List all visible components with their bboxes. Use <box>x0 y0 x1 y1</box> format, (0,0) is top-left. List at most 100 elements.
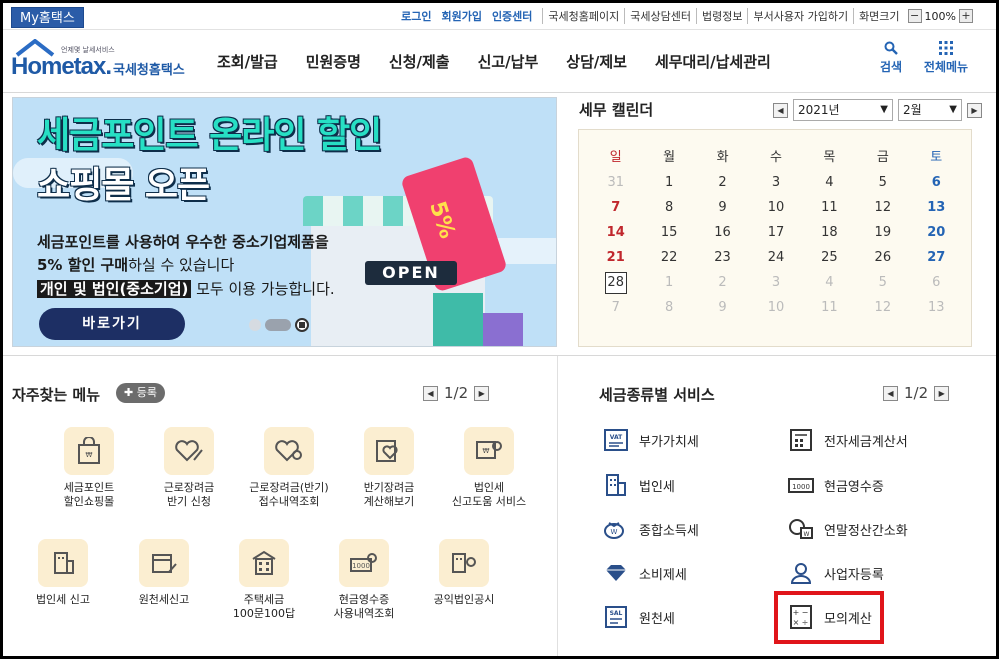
tax-service-cash-receipt[interactable]: 1000 현금영수증 <box>788 473 884 497</box>
calendar-day[interactable]: 2 <box>696 270 749 295</box>
zoom-out-button[interactable]: − <box>907 9 922 23</box>
frequent-item-corp-tax-help[interactable]: ₩ 법인세 신고도움 서비스 <box>439 427 539 509</box>
calendar-day[interactable]: 11 <box>803 295 856 320</box>
calendar-day[interactable]: 10 <box>749 295 802 320</box>
tax-service-label: 연말정산간소화 <box>824 523 908 539</box>
calendar-day[interactable]: 10 <box>749 195 802 220</box>
calendar-day[interactable]: 7 <box>589 295 642 320</box>
calendar-day[interactable]: 4 <box>803 270 856 295</box>
nav-tax-agent[interactable]: 세무대리/납세관리 <box>655 51 771 72</box>
calendar-day[interactable]: 16 <box>696 220 749 245</box>
myhometax-button[interactable]: My홈택스 <box>11 7 84 28</box>
calendar-day[interactable]: 1 <box>642 270 695 295</box>
tax-service-vat[interactable]: VAT 부가가치세 <box>603 428 699 452</box>
frequent-next-button[interactable]: ▶ <box>474 385 490 401</box>
section-divider <box>3 355 996 356</box>
calendar-day[interactable]: 4 <box>803 170 856 195</box>
tax-service-excise-tax[interactable]: 소비제세 <box>603 561 687 585</box>
frequent-item-cash-receipt-history[interactable]: 1000 현금영수증 사용내역조회 <box>314 539 414 621</box>
calendar-day[interactable]: 3 <box>749 170 802 195</box>
tax-service-withholding-tax[interactable]: SAL 원천세 <box>603 605 675 629</box>
frequent-item-corp-tax-report[interactable]: 법인세 신고 <box>13 539 113 607</box>
dept-user-join-link[interactable]: 부서사용자 가입하기 <box>747 8 853 24</box>
calendar-day[interactable]: 9 <box>696 295 749 320</box>
calendar-day[interactable]: 26 <box>856 245 909 270</box>
zoom-in-button[interactable]: + <box>959 9 973 23</box>
calendar-day[interactable]: 25 <box>803 245 856 270</box>
tax-service-income-tax[interactable]: W 종합소득세 <box>603 517 699 541</box>
nav-report-pay[interactable]: 신고/납부 <box>478 51 539 72</box>
calendar-day-today[interactable]: 28 <box>589 270 642 295</box>
frequent-item-public-corp-disclosure[interactable]: 공익법인공시 <box>414 539 514 607</box>
calendar-day[interactable]: 12 <box>856 295 909 320</box>
calendar-day[interactable]: 13 <box>910 295 963 320</box>
calendar-day[interactable]: 15 <box>642 220 695 245</box>
frequent-prev-button[interactable]: ◀ <box>423 385 438 401</box>
calendar-day[interactable]: 21 <box>589 245 642 270</box>
plus-icon: ✚ <box>124 386 137 399</box>
calendar-day[interactable]: 8 <box>642 195 695 220</box>
calendar-day[interactable]: 19 <box>856 220 909 245</box>
cert-center-link[interactable]: 인증센터 <box>492 8 532 24</box>
calendar-day[interactable]: 6 <box>910 170 963 195</box>
prev-month-button[interactable]: ◀ <box>773 102 788 118</box>
calendar-day[interactable]: 31 <box>589 170 642 195</box>
frequent-item-eitc-apply[interactable]: 근로장려금 반기 신청 <box>139 427 239 509</box>
frequent-item-withholding-report[interactable]: 원천세신고 <box>114 539 214 607</box>
slide-pause-button[interactable] <box>295 318 309 332</box>
tax-service-e-invoice[interactable]: 전자세금계산서 <box>788 428 908 452</box>
calendar-day[interactable]: 11 <box>803 195 856 220</box>
calendar-day[interactable]: 2 <box>696 170 749 195</box>
calendar-day[interactable]: 3 <box>749 270 802 295</box>
calendar-day[interactable]: 5 <box>856 270 909 295</box>
join-link[interactable]: 회원가입 <box>441 8 481 24</box>
week-row: 7 8 9 10 11 12 13 <box>589 295 963 320</box>
nav-civil-certificate[interactable]: 민원증명 <box>306 51 361 72</box>
hometax-logo[interactable]: 언제몇 날세서비스 Hometax. 국세청홈택스 <box>11 39 201 83</box>
search-button[interactable]: 검색 <box>866 41 916 75</box>
tax-service-corp-tax[interactable]: 법인세 <box>603 473 675 497</box>
frequent-add-button[interactable]: ✚ 등록 <box>116 383 165 403</box>
calendar-day[interactable]: 20 <box>910 220 963 245</box>
calendar-day[interactable]: 27 <box>910 245 963 270</box>
calendar-day[interactable]: 6 <box>910 270 963 295</box>
year-select[interactable]: 2021년 ▼ <box>793 99 893 121</box>
highlight-box <box>774 591 884 644</box>
calendar-day[interactable]: 14 <box>589 220 642 245</box>
calendar-day[interactable]: 18 <box>803 220 856 245</box>
frequent-item-housing-tax-qa[interactable]: 주택세금 100문100답 <box>214 539 314 621</box>
frequent-item-eitc-history[interactable]: 근로장려금(반기) 접수내역조회 <box>239 427 339 509</box>
calendar-day[interactable]: 12 <box>856 195 909 220</box>
calendar-day[interactable]: 9 <box>696 195 749 220</box>
tax-service-prev-button[interactable]: ◀ <box>883 385 898 401</box>
tax-service-business-registration[interactable]: 사업자등록 <box>788 561 884 585</box>
tax-consult-link[interactable]: 국세상담센터 <box>624 8 696 24</box>
all-menu-button[interactable]: 전체메뉴 <box>916 41 976 75</box>
calendar-day[interactable]: 5 <box>856 170 909 195</box>
calendar-day[interactable]: 23 <box>696 245 749 270</box>
calendar-day[interactable]: 1 <box>642 170 695 195</box>
tax-service-year-end-settlement[interactable]: W 연말정산간소화 <box>788 517 908 541</box>
calendar-day[interactable]: 8 <box>642 295 695 320</box>
calendar-day[interactable]: 24 <box>749 245 802 270</box>
nav-apply-submit[interactable]: 신청/제출 <box>389 51 450 72</box>
next-month-button[interactable]: ▶ <box>967 102 982 118</box>
calendar-day[interactable]: 13 <box>910 195 963 220</box>
month-select[interactable]: 2월 ▼ <box>898 99 962 121</box>
nav-inquiry-issue[interactable]: 조회/발급 <box>217 51 278 72</box>
calendar-day[interactable]: 22 <box>642 245 695 270</box>
banner-go-button[interactable]: 바로가기 <box>39 308 185 340</box>
nav-consult-report[interactable]: 상담/제보 <box>566 51 627 72</box>
nts-homepage-link[interactable]: 국세청홈페이지 <box>542 8 624 24</box>
slide-dot-active[interactable] <box>265 319 291 331</box>
slide-dot[interactable] <box>249 319 261 331</box>
tax-service-next-button[interactable]: ▶ <box>934 385 950 401</box>
login-link[interactable]: 로그인 <box>401 8 431 24</box>
calendar-day[interactable]: 17 <box>749 220 802 245</box>
calendar-day[interactable]: 7 <box>589 195 642 220</box>
frequent-item-eitc-calc[interactable]: 반기장려금 계산해보기 <box>339 427 439 509</box>
frequent-item-taxpoint-mall[interactable]: ₩ 세금포인트 할인쇼핑몰 <box>39 427 139 509</box>
law-info-link[interactable]: 법령정보 <box>696 8 747 24</box>
frequent-item-label: 근로장려금(반기) 접수내역조회 <box>249 481 329 508</box>
promo-banner[interactable]: 5% OPEN 세금포인트 온라인 할인 쇼핑몰 오픈 세금포인트를 사용하여 … <box>12 97 557 347</box>
